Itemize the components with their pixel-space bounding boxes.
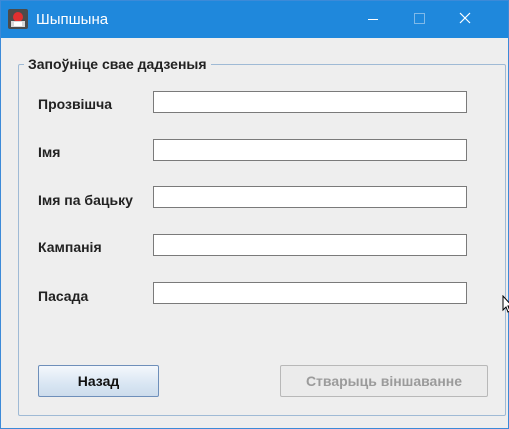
close-button[interactable]: [442, 1, 488, 38]
create-greeting-button[interactable]: Стварыць віншаванне: [280, 365, 488, 397]
maximize-icon: [414, 13, 425, 24]
surname-input[interactable]: [153, 91, 467, 113]
first-name-label: Імя: [38, 144, 61, 160]
minimize-button[interactable]: [350, 1, 396, 38]
maximize-button[interactable]: [396, 1, 442, 38]
form-group-legend: Запоўніце свае дадзеныя: [24, 54, 211, 74]
content-panel: Запоўніце свае дадзеныя Прозвішча Імя Ім…: [1, 38, 508, 428]
app-icon: [8, 9, 28, 29]
title-bar[interactable]: Шыпшына: [1, 1, 508, 38]
window-title: Шыпшына: [36, 11, 109, 28]
close-icon: [459, 12, 471, 24]
company-label: Кампанія: [38, 239, 102, 255]
patronymic-label: Імя па бацьку: [38, 192, 133, 208]
surname-label: Прозвішча: [38, 96, 113, 112]
mouse-cursor-icon: [502, 295, 509, 313]
first-name-input[interactable]: [153, 139, 467, 161]
app-window: Шыпшына Запоўніце свае дадзеныя Прозвішч…: [0, 0, 509, 429]
position-input[interactable]: [153, 282, 467, 304]
position-label: Пасада: [38, 288, 89, 304]
company-input[interactable]: [153, 234, 467, 256]
minimize-icon: [368, 19, 378, 20]
back-button[interactable]: Назад: [38, 365, 159, 397]
patronymic-input[interactable]: [153, 186, 467, 208]
